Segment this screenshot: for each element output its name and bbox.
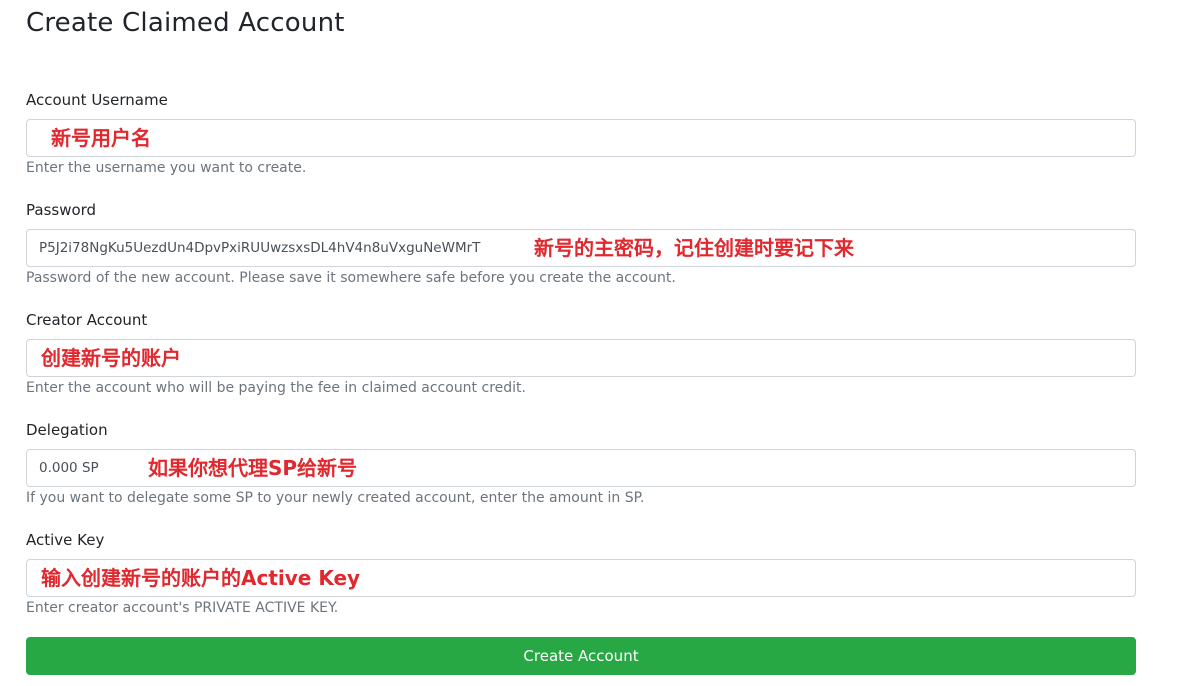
- password-annotation: 新号的主密码，记住创建时要记下来: [534, 236, 854, 260]
- delegation-annotation: 如果你想代理SP给新号: [148, 456, 358, 480]
- password-help: Password of the new account. Please save…: [26, 270, 676, 286]
- active-key-input[interactable]: 输入创建新号的账户的Active Key: [26, 559, 1136, 597]
- username-label: Account Username: [26, 91, 168, 109]
- password-value: P5J2i78NgKu5UezdUn4DpvPxiRUUwzsxsDL4hV4n…: [39, 240, 481, 256]
- password-label: Password: [26, 201, 97, 219]
- create-account-button[interactable]: Create Account: [26, 637, 1136, 675]
- delegation-input[interactable]: 0.000 SP 如果你想代理SP给新号: [26, 449, 1136, 487]
- password-input[interactable]: P5J2i78NgKu5UezdUn4DpvPxiRUUwzsxsDL4hV4n…: [26, 229, 1136, 267]
- page-title: Create Claimed Account: [26, 8, 345, 38]
- active-key-annotation: 输入创建新号的账户的Active Key: [41, 566, 361, 590]
- username-help: Enter the username you want to create.: [26, 160, 307, 176]
- creator-account-input[interactable]: 创建新号的账户: [26, 339, 1136, 377]
- creator-help: Enter the account who will be paying the…: [26, 380, 526, 396]
- username-input[interactable]: 新号用户名: [26, 119, 1136, 157]
- delegation-label: Delegation: [26, 421, 108, 439]
- creator-annotation: 创建新号的账户: [41, 346, 181, 370]
- active-key-label: Active Key: [26, 531, 105, 549]
- delegation-value: 0.000 SP: [39, 460, 99, 476]
- creator-label: Creator Account: [26, 311, 148, 329]
- delegation-help: If you want to delegate some SP to your …: [26, 490, 645, 506]
- username-annotation: 新号用户名: [51, 126, 151, 150]
- active-key-help: Enter creator account's PRIVATE ACTIVE K…: [26, 600, 339, 616]
